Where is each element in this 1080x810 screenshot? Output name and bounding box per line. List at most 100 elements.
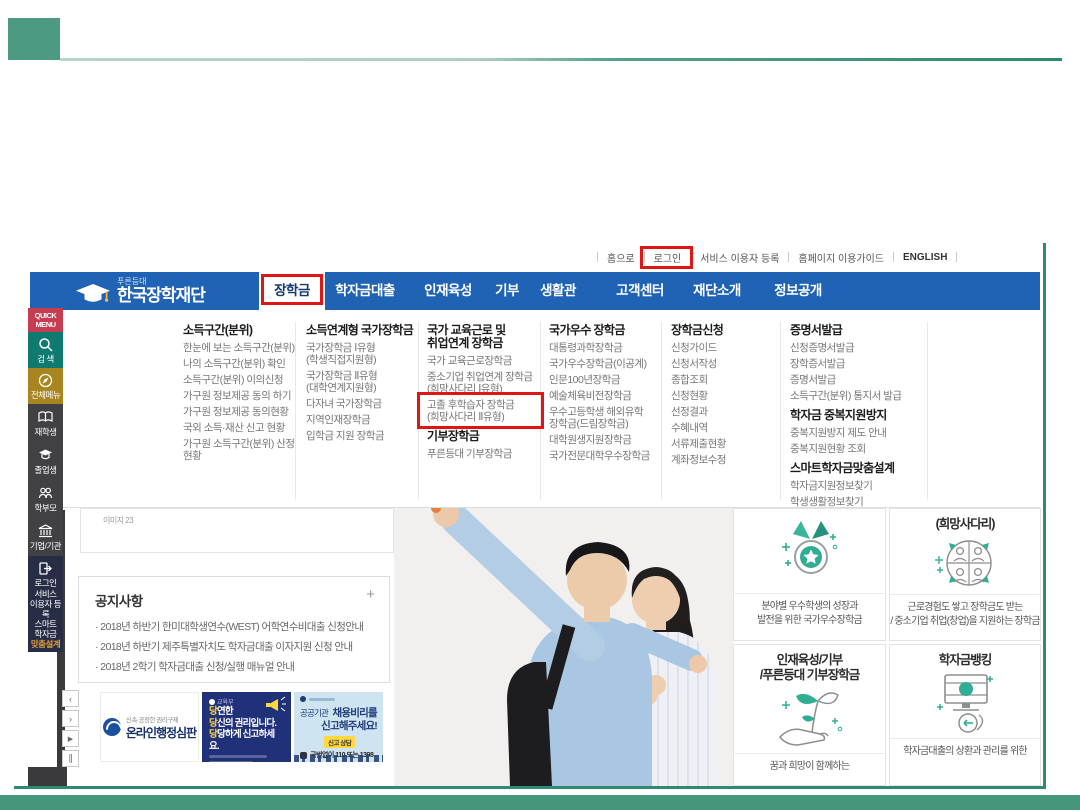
promo-title: 인재육성/기부 /푸른등대 기부장학금 (734, 653, 885, 683)
divider (540, 322, 541, 500)
mega-menu-item[interactable]: 대통령과학장학금 (549, 342, 661, 354)
mega-menu-item[interactable]: 국가우수장학금(이공계) (549, 358, 661, 370)
mega-column-header: 국가우수 장학금 (549, 324, 661, 337)
mega-column-header: 국가 교육근로 및 취업연계 장학금 (427, 324, 539, 350)
mega-menu-item[interactable]: 중복지원현황 조회 (790, 443, 922, 455)
mega-menu-item[interactable]: 신청가이드 (671, 342, 771, 354)
mega-menu-item[interactable]: 가구원 정보제공 동의현황 (183, 406, 295, 418)
mega-column-application: 장학금신청 신청가이드 신청서작성 종합조회 신청현황 선정결과 수혜내역 서류… (671, 324, 771, 470)
org-name-placeholder (309, 698, 335, 701)
mega-menu-item[interactable]: 증명서발급 (790, 374, 922, 386)
banner-report-rights[interactable]: 교육부 당연한 당신의 권리입니다. 당당하게 신고하세요. (202, 692, 291, 762)
tab-disclosure[interactable]: 정보공개 (748, 272, 848, 310)
notice-item[interactable]: · 2018년 하반기 한미대학생연수(WEST) 어학연수비대출 신청안내 (95, 617, 377, 637)
notice-panel: 공지사항 + · 2018년 하반기 한미대학생연수(WEST) 어학연수비대출… (78, 576, 390, 683)
mega-menu-item[interactable]: 우수고등학생 해외유학 장학금(드림장학금) (549, 406, 661, 430)
mega-menu-item[interactable]: 서류제출현황 (671, 438, 771, 450)
mega-menu-item[interactable]: 인문100년장학금 (549, 374, 661, 386)
sidebar-item-smart-plan[interactable]: 스마트 학자금 맞춤설계 (28, 616, 63, 652)
login-icon (38, 561, 53, 576)
mega-menu-item[interactable]: 신청현황 (671, 390, 771, 402)
slide-footer-bar (0, 795, 1080, 810)
mega-menu-item[interactable]: 소득구간(분위) 통지서 발급 (790, 390, 922, 402)
mega-menu-item[interactable]: 국외 소득·재산 신고 현황 (183, 422, 295, 434)
mega-menu-item[interactable]: 가구원 소득구간(분위) 산정 현황 (183, 438, 295, 462)
mega-menu-item[interactable]: 국가장학금 Ⅱ유형 (대학연계지원형) (306, 370, 416, 394)
mega-menu-item[interactable]: 소득구간(분위) 이의신청 (183, 374, 295, 386)
mega-menu-item[interactable]: 신청증명서발급 (790, 342, 922, 354)
mega-menu-item[interactable]: 국가장학금 Ⅰ유형 (학생직접지원형) (306, 342, 416, 366)
report-badge: 신고 상담 (324, 736, 355, 748)
carousel-next-button[interactable]: › (62, 710, 79, 727)
mega-menu-item[interactable]: 수혜내역 (671, 422, 771, 434)
utility-link-home[interactable]: 홈으로 (598, 250, 644, 265)
people-icon (38, 486, 53, 501)
site-logo[interactable]: 푸른등대 한국장학재단 (76, 277, 205, 313)
banner-title: 온라인행정심판 (126, 724, 196, 741)
logo-tagline: 푸른등대 (117, 277, 205, 286)
notice-more-button[interactable]: + (366, 586, 375, 603)
utility-link-english[interactable]: ENGLISH (894, 252, 956, 263)
utility-link-register[interactable]: 서비스 이용자 등록 (691, 250, 788, 265)
mega-menu-item[interactable]: 계좌정보수정 (671, 454, 771, 466)
mega-menu-item[interactable]: 장학증서발급 (790, 358, 922, 370)
mega-menu-item[interactable]: 중복지원방지 제도 안내 (790, 427, 922, 439)
sidebar-item-enrolled[interactable]: 재학생 (28, 404, 63, 442)
banner-hiring-corruption[interactable]: 공공기관 채용비리를 신고해주세요! 신고 상담 국번없이 110 또는 139… (294, 692, 383, 762)
banner-subtitle: 신속·공정한 권리구제 (126, 714, 196, 724)
mega-menu-item[interactable]: 나의 소득구간(분위) 확인 (183, 358, 295, 370)
banner-admin-appeal[interactable]: 신속·공정한 권리구제 온라인행정심판 (100, 692, 199, 762)
notice-item[interactable]: · 2018년 하반기 제주특별자치도 학자금대출 이자지원 신청 안내 (95, 637, 377, 657)
promo-caption: 학자금대출의 상환과 관리를 위한 (890, 745, 1040, 759)
sidebar-item-graduate[interactable]: 졸업생 (28, 442, 63, 480)
mega-menu-item[interactable]: 종합조회 (671, 374, 771, 386)
slide-accent-square (8, 18, 60, 60)
mega-menu-item[interactable]: 대학원생지원장학금 (549, 434, 661, 446)
mega-menu-item[interactable]: 학생생활정보찾기 (790, 496, 922, 508)
carousel-play-button[interactable]: ▶ (62, 730, 79, 747)
mega-menu-item-highlighted[interactable]: 고졸 후학습자 장학금 (희망사다리 Ⅱ유형) (427, 399, 539, 423)
utility-link-login[interactable]: 로그인 (645, 250, 691, 265)
mega-menu-item[interactable]: 가구원 정보제공 동의 하기 (183, 390, 295, 402)
mega-menu-item[interactable]: 중소기업 취업연계 장학금 (희망사다리 Ⅰ유형) (427, 371, 539, 395)
sidebar-item-search[interactable]: 검 색 (28, 332, 63, 368)
mega-menu-item[interactable]: 학자금지원정보찾기 (790, 480, 922, 492)
promo-card-national-excellence[interactable]: 분야별 우수학생의 성장과 발전을 위한 국가우수장학금 (733, 508, 886, 641)
mega-menu-item[interactable]: 예술체육비전장학금 (549, 390, 661, 402)
sidebar-item-service-register[interactable]: 서비스 이용자 등록 (28, 592, 63, 616)
graduation-cap-icon (76, 282, 110, 313)
megaphone-icon (265, 696, 287, 719)
mega-menu-item[interactable]: 푸른등대 기부장학금 (427, 448, 539, 460)
divider (418, 322, 419, 500)
main-navbar: 푸른등대 한국장학재단 장학금 학자금대출 인재육성 기부 생활관 고객센터 재… (30, 272, 1040, 310)
mega-menu-item[interactable]: 한눈에 보는 소득구간(분위) (183, 342, 295, 354)
sidebar-item-login[interactable]: 로그인 (28, 556, 63, 592)
mega-menu-item[interactable]: 신청서작성 (671, 358, 771, 370)
mega-column-header: 기부장학금 (427, 430, 539, 443)
notice-item[interactable]: · 2018년 2학기 학자금대출 신청/실행 매뉴얼 안내 (95, 657, 377, 677)
sidebar-item-corporate[interactable]: 기업/기관 (28, 518, 63, 556)
hand-plant-icon (734, 683, 885, 753)
sidebar-item-parents[interactable]: 학부모 (28, 480, 63, 518)
mega-menu-item[interactable]: 국가 교육근로장학금 (427, 355, 539, 367)
medal-icon (734, 509, 885, 593)
mega-menu-item[interactable]: 국가전문대학우수장학금 (549, 450, 661, 462)
mega-menu-item[interactable]: 입학금 지원 장학금 (306, 430, 416, 442)
government-logo-icon (103, 718, 121, 736)
divider (780, 322, 781, 500)
fine-print-placeholder (209, 755, 267, 758)
divider (734, 753, 885, 754)
mega-menu-item[interactable]: 선정결과 (671, 406, 771, 418)
banner-text-em: 채용비리를 (333, 707, 377, 719)
promo-card-hope-ladder[interactable]: (희망사다리) (889, 508, 1041, 641)
banner-text: 신고해주세요! (300, 721, 377, 732)
mega-menu-item[interactable]: 지역인재장학금 (306, 414, 416, 426)
sidebar-item-all-menu[interactable]: 전체메뉴 (28, 368, 63, 404)
mega-menu-item[interactable]: 다자녀 국가장학금 (306, 398, 416, 410)
utility-link-guide[interactable]: 홈페이지 이용가이드 (789, 250, 893, 265)
carousel-prev-button[interactable]: ‹ (62, 690, 79, 707)
promo-card-banking[interactable]: 학자금뱅킹 학자금대출의 상환과 관리를 위한 (889, 644, 1041, 786)
carousel-pause-button[interactable]: ∥ (62, 750, 79, 767)
promo-card-donation[interactable]: 인재육성/기부 /푸른등대 기부장학금 꿈과 희망이 함께하는 (733, 644, 886, 786)
hope-ladder-icon (890, 532, 1040, 594)
